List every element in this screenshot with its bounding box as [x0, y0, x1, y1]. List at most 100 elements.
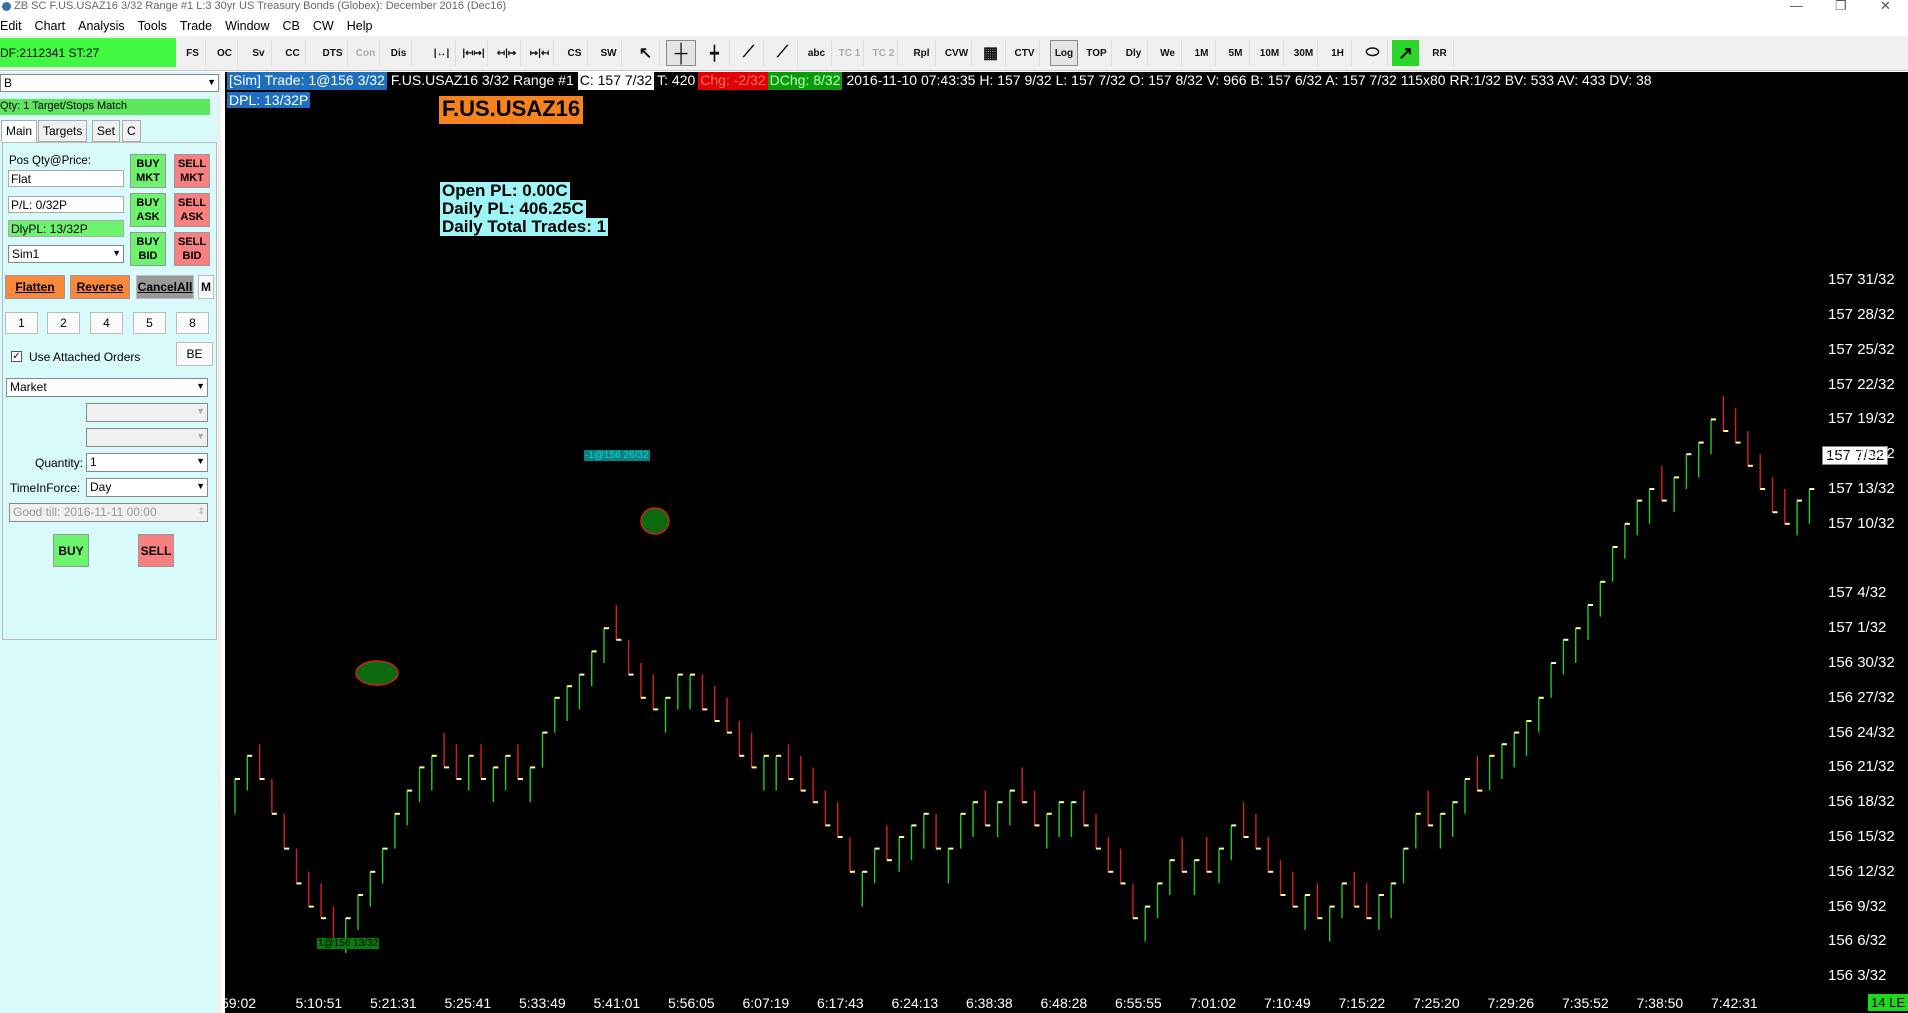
- sell-bid-button[interactable]: SELL BID: [174, 232, 210, 266]
- time-axis-label: 5:25:41: [444, 995, 492, 1011]
- menu-trade[interactable]: Trade: [180, 19, 212, 33]
- qty-1-button[interactable]: 1: [5, 312, 38, 334]
- qty-4-button[interactable]: 4: [90, 312, 123, 334]
- toolbar-sv-button[interactable]: Sv: [246, 40, 272, 66]
- time-axis-label: 5:56:05: [668, 995, 715, 1011]
- toolbar-1m-button[interactable]: 1M: [1188, 40, 1216, 66]
- ellipse-tool-icon[interactable]: ⬭: [1358, 40, 1388, 66]
- toolbar-5m-button[interactable]: 5M: [1222, 40, 1250, 66]
- symbol-select[interactable]: B ▼: [0, 74, 219, 92]
- toolbar-expand-icon[interactable]: ↦|↤: [526, 40, 554, 66]
- qty-2-button[interactable]: 2: [47, 312, 80, 334]
- qty-8-button[interactable]: 8: [176, 312, 209, 334]
- price-axis-label: 157 16/32: [1828, 445, 1895, 463]
- toolbar-cvw-button[interactable]: CVW: [942, 40, 972, 66]
- order-type-select[interactable]: Market ▼: [6, 378, 208, 397]
- toolbar-oc-button[interactable]: OC: [212, 40, 238, 66]
- time-axis: 59:02 5:10:51 5:21:31 5:25:41 5:33:49 5:41:01…: [225, 994, 1825, 1013]
- text-tool-button[interactable]: abc: [802, 40, 832, 66]
- tab-c[interactable]: C: [122, 120, 141, 142]
- time-axis-label: 6:55:55: [1115, 995, 1162, 1011]
- time-axis-label: 6:07:19: [742, 995, 790, 1011]
- buy-fill-marker: [355, 660, 399, 686]
- buy-market-button[interactable]: BUY MKT: [130, 154, 166, 188]
- trendline-tool-icon[interactable]: ⟋: [734, 40, 764, 66]
- cancel-all-button[interactable]: CancelAll: [136, 275, 194, 299]
- pl-field: P/L: 0/32P: [8, 196, 124, 213]
- tif-select[interactable]: Day ▼: [86, 478, 208, 497]
- breakeven-button[interactable]: BE: [176, 342, 213, 366]
- toolbar-1h-button[interactable]: 1H: [1324, 40, 1352, 66]
- toolbar-compress-icon[interactable]: ↤|↦: [493, 40, 521, 66]
- grid-icon[interactable]: ▦: [976, 40, 1006, 66]
- good-till-field[interactable]: Good till: 2016-11-11 00:00 ⇕: [9, 503, 208, 522]
- buy-button[interactable]: BUY: [53, 534, 89, 567]
- tab-targets[interactable]: Targets: [38, 120, 88, 142]
- menu-cw[interactable]: CW: [313, 19, 334, 33]
- menu-window[interactable]: Window: [225, 19, 269, 33]
- status-corner: 14 LE: [1868, 994, 1908, 1011]
- qty-5-button[interactable]: 5: [133, 312, 166, 334]
- close-icon[interactable]: ✕: [1880, 0, 1891, 14]
- toolbar-dts-button[interactable]: DTS: [318, 40, 348, 66]
- toolbar-rpl-button[interactable]: Rpl: [908, 40, 936, 66]
- toolbar-zoom-in-icon[interactable]: |↔|: [428, 40, 456, 66]
- toolbar-cs-button[interactable]: CS: [562, 40, 588, 66]
- vertical-line-tool-icon[interactable]: ┿: [700, 40, 730, 66]
- toolbar-30m-button[interactable]: 30M: [1290, 40, 1318, 66]
- sell-fill-marker: [640, 507, 670, 535]
- use-attached-label: Use Attached Orders: [29, 350, 141, 364]
- toolbar-top-button[interactable]: TOP: [1082, 40, 1112, 66]
- maximize-icon[interactable]: ❐: [1835, 0, 1847, 14]
- menu-cb[interactable]: CB: [283, 19, 300, 33]
- price-2-field[interactable]: ▼: [86, 428, 208, 447]
- symbol-range: F.US.USAZ16 3/32 Range #1: [390, 72, 574, 88]
- ray-tool-icon[interactable]: ⟋: [768, 40, 798, 66]
- reverse-button[interactable]: Reverse: [70, 275, 130, 299]
- toolbar-tc1-button[interactable]: TC 1: [836, 40, 864, 66]
- m-button[interactable]: M: [198, 275, 214, 299]
- toolbar-log-button[interactable]: Log: [1050, 40, 1078, 66]
- flatten-button[interactable]: Flatten: [5, 275, 65, 299]
- tif-value: Day: [90, 480, 112, 494]
- account-select[interactable]: Sim1 ▼: [8, 245, 124, 263]
- price-chart[interactable]: [Sim] Trade: 1@156 3/32 F.US.USAZ16 3/32…: [225, 72, 1908, 1013]
- pointer-tool-icon[interactable]: ↖: [632, 40, 660, 66]
- use-attached-checkbox[interactable]: ✓: [11, 351, 22, 362]
- toolbar-zoom-out-icon[interactable]: |↤↦|: [460, 40, 488, 66]
- menu-analysis[interactable]: Analysis: [78, 19, 125, 33]
- quantity-label: Quantity:: [35, 456, 84, 470]
- toolbar-tc2-button[interactable]: TC 2: [870, 40, 898, 66]
- quantity-field[interactable]: 1 ▼: [86, 453, 208, 472]
- menu-edit[interactable]: Edit: [0, 19, 22, 33]
- buy-bid-button[interactable]: BUY BID: [130, 232, 166, 266]
- toolbar-rr-button[interactable]: RR: [1426, 40, 1454, 66]
- toolbar-dly-button[interactable]: Dly: [1120, 40, 1148, 66]
- toolbar-fs-button[interactable]: FS: [180, 40, 206, 66]
- buy-ask-button[interactable]: BUY ASK: [130, 193, 166, 227]
- toolbar-sw-button[interactable]: SW: [596, 40, 622, 66]
- crosshair-tool-icon[interactable]: ┼: [666, 40, 696, 66]
- sell-market-button[interactable]: SELL MKT: [174, 154, 210, 188]
- toolbar-10m-button[interactable]: 10M: [1256, 40, 1284, 66]
- minimize-icon[interactable]: —: [1790, 0, 1803, 13]
- sell-ask-button[interactable]: SELL ASK: [174, 193, 210, 227]
- menu-help[interactable]: Help: [347, 19, 373, 33]
- close-price: C: 157 7/32: [577, 72, 655, 90]
- toolbar-cc-button[interactable]: CC: [280, 40, 306, 66]
- sell-button[interactable]: SELL: [138, 534, 174, 567]
- price-1-field[interactable]: ▼: [86, 403, 208, 422]
- menu-tools[interactable]: Tools: [138, 19, 167, 33]
- toolbar-we-button[interactable]: We: [1154, 40, 1182, 66]
- app-icon: [2, 2, 11, 11]
- toolbar-ctv-button[interactable]: CTV: [1010, 40, 1040, 66]
- time-axis-label: 7:25:20: [1413, 995, 1460, 1011]
- arrow-tool-icon[interactable]: ↗: [1392, 40, 1420, 66]
- toolbar-con-button[interactable]: Con: [352, 40, 380, 66]
- order-type-value: Market: [10, 380, 47, 394]
- tab-main[interactable]: Main: [1, 120, 38, 142]
- price-axis-label: 157 10/32: [1828, 514, 1895, 532]
- toolbar-dis-button[interactable]: Dis: [386, 40, 412, 66]
- tab-set[interactable]: Set: [92, 120, 121, 142]
- menu-chart[interactable]: Chart: [35, 19, 66, 33]
